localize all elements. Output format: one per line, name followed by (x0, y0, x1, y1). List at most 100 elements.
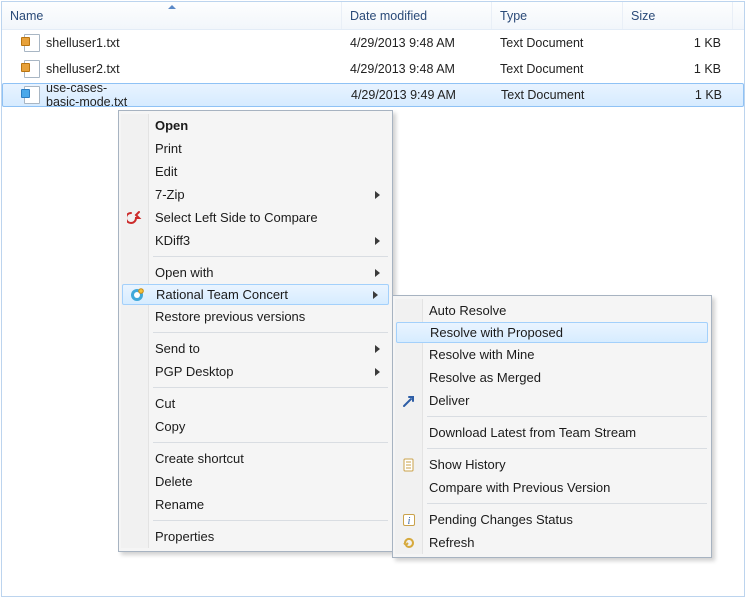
rtc-submenu: Auto Resolve Resolve with Proposed Resol… (392, 295, 712, 558)
file-name: use-cases-basic-mode.txt (46, 81, 136, 109)
menu-label: Deliver (429, 393, 469, 408)
context-menu: Open Print Edit 7-Zip Select Left Side t… (118, 110, 393, 552)
history-icon (401, 457, 417, 473)
column-header-label: Name (10, 9, 43, 23)
menu-label: Delete (155, 474, 193, 489)
menu-label: Send to (155, 341, 200, 356)
file-size: 1 KB (694, 36, 721, 50)
menu-send-to[interactable]: Send to (121, 337, 390, 360)
menu-edit[interactable]: Edit (121, 160, 390, 183)
menu-resolve-as-merged[interactable]: Resolve as Merged (395, 366, 709, 389)
menu-open[interactable]: Open (121, 114, 390, 137)
svg-text:i: i (408, 516, 411, 527)
column-header-date[interactable]: Date modified (342, 2, 492, 29)
table-row[interactable]: shelluser1.txt 4/29/2013 9:48 AM Text Do… (2, 30, 744, 56)
column-header-size[interactable]: Size (623, 2, 733, 29)
menu-label: Rational Team Concert (156, 287, 288, 302)
submenu-arrow-icon (375, 269, 380, 277)
submenu-arrow-icon (375, 191, 380, 199)
column-header-type[interactable]: Type (492, 2, 623, 29)
menu-auto-resolve[interactable]: Auto Resolve (395, 299, 709, 322)
file-date: 4/29/2013 9:49 AM (351, 88, 456, 102)
menu-rename[interactable]: Rename (121, 493, 390, 516)
table-row[interactable]: shelluser2.txt 4/29/2013 9:48 AM Text Do… (2, 56, 744, 82)
menu-print[interactable]: Print (121, 137, 390, 160)
text-file-icon (24, 86, 40, 104)
menu-label: Resolve with Mine (429, 347, 535, 362)
menu-label: Rename (155, 497, 204, 512)
column-header-name[interactable]: Name (2, 2, 342, 29)
submenu-arrow-icon (375, 368, 380, 376)
file-size: 1 KB (694, 62, 721, 76)
menu-label: PGP Desktop (155, 364, 234, 379)
compare-undo-icon (127, 210, 143, 226)
submenu-arrow-icon (375, 345, 380, 353)
menu-copy[interactable]: Copy (121, 415, 390, 438)
menu-label: Auto Resolve (429, 303, 506, 318)
menu-separator (153, 332, 388, 333)
table-row[interactable]: use-cases-basic-mode.txt 4/29/2013 9:49 … (2, 83, 744, 107)
menu-properties[interactable]: Properties (121, 525, 390, 548)
menu-label: Download Latest from Team Stream (429, 425, 636, 440)
menu-cut[interactable]: Cut (121, 392, 390, 415)
menu-label: Create shortcut (155, 451, 244, 466)
rtc-icon (129, 287, 145, 303)
menu-separator (153, 256, 388, 257)
menu-restore-previous[interactable]: Restore previous versions (121, 305, 390, 328)
column-header-label: Date modified (350, 9, 427, 23)
menu-show-history[interactable]: Show History (395, 453, 709, 476)
menu-delete[interactable]: Delete (121, 470, 390, 493)
menu-resolve-with-proposed[interactable]: Resolve with Proposed (396, 322, 708, 343)
menu-label: Restore previous versions (155, 309, 305, 324)
menu-pgp-desktop[interactable]: PGP Desktop (121, 360, 390, 383)
menu-refresh[interactable]: Refresh (395, 531, 709, 554)
file-name: shelluser1.txt (46, 36, 120, 50)
menu-label: Select Left Side to Compare (155, 210, 318, 225)
file-name: shelluser2.txt (46, 62, 120, 76)
menu-separator (153, 442, 388, 443)
menu-resolve-with-mine[interactable]: Resolve with Mine (395, 343, 709, 366)
menu-open-with[interactable]: Open with (121, 261, 390, 284)
file-size: 1 KB (695, 88, 722, 102)
menu-separator (427, 448, 707, 449)
submenu-arrow-icon (373, 291, 378, 299)
file-type: Text Document (500, 36, 583, 50)
menu-label: Edit (155, 164, 177, 179)
text-file-icon (24, 34, 40, 52)
menu-separator (153, 520, 388, 521)
menu-label: Resolve as Merged (429, 370, 541, 385)
file-rows: shelluser1.txt 4/29/2013 9:48 AM Text Do… (2, 30, 744, 107)
menu-download-latest[interactable]: Download Latest from Team Stream (395, 421, 709, 444)
menu-kdiff3[interactable]: KDiff3 (121, 229, 390, 252)
menu-label: Copy (155, 419, 185, 434)
menu-label: Print (155, 141, 182, 156)
menu-7zip[interactable]: 7-Zip (121, 183, 390, 206)
menu-deliver[interactable]: Deliver (395, 389, 709, 412)
deliver-icon (401, 393, 417, 409)
file-date: 4/29/2013 9:48 AM (350, 36, 455, 50)
text-file-icon (24, 60, 40, 78)
menu-select-left-compare[interactable]: Select Left Side to Compare (121, 206, 390, 229)
menu-label: 7-Zip (155, 187, 185, 202)
file-date: 4/29/2013 9:48 AM (350, 62, 455, 76)
menu-label: Open (155, 118, 188, 133)
menu-pending-changes-status[interactable]: i Pending Changes Status (395, 508, 709, 531)
refresh-icon (401, 535, 417, 551)
menu-label: KDiff3 (155, 233, 190, 248)
column-header-label: Type (500, 9, 527, 23)
menu-separator (427, 503, 707, 504)
menu-rational-team-concert[interactable]: Rational Team Concert (122, 284, 389, 305)
menu-compare-previous[interactable]: Compare with Previous Version (395, 476, 709, 499)
menu-label: Refresh (429, 535, 475, 550)
menu-label: Cut (155, 396, 175, 411)
menu-separator (153, 387, 388, 388)
menu-separator (427, 416, 707, 417)
menu-create-shortcut[interactable]: Create shortcut (121, 447, 390, 470)
menu-label: Compare with Previous Version (429, 480, 610, 495)
menu-label: Pending Changes Status (429, 512, 573, 527)
menu-label: Open with (155, 265, 214, 280)
menu-label: Properties (155, 529, 214, 544)
file-type: Text Document (500, 62, 583, 76)
file-type: Text Document (501, 88, 584, 102)
file-explorer-pane: Name Date modified Type Size shelluser1.… (1, 1, 745, 597)
